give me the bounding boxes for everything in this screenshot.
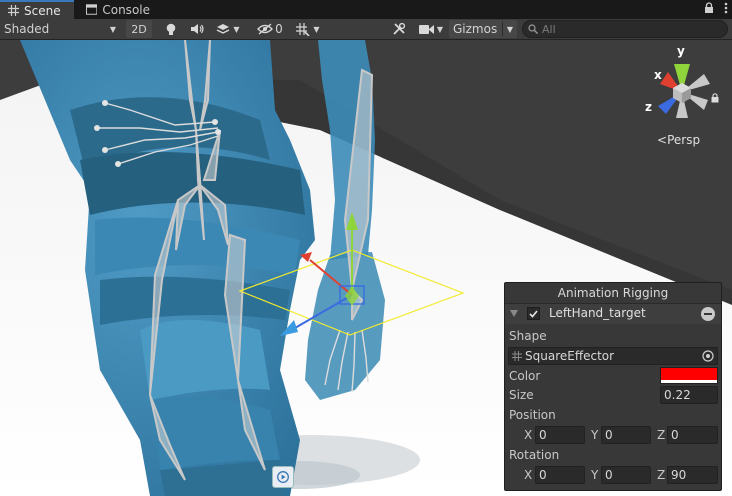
chevron-down-icon: ▼ — [109, 24, 116, 34]
position-y-input[interactable]: 0 — [601, 426, 651, 444]
gizmo-axis-x-label[interactable]: x — [654, 68, 662, 82]
lightbulb-icon — [166, 23, 176, 35]
grid-icon — [8, 5, 19, 16]
projection-label: Persp — [667, 133, 701, 147]
gizmos-dropdown[interactable]: Gizmos ▼ — [449, 20, 517, 38]
scene-visibility-button[interactable]: 0 — [254, 20, 286, 38]
chevron-left-icon: < — [657, 133, 668, 147]
draw-mode-label: Shaded — [4, 22, 50, 36]
console-icon — [86, 4, 98, 15]
lock-icon[interactable] — [711, 93, 719, 103]
rotation-z-label: Z — [657, 468, 666, 482]
foldout-arrow-icon[interactable] — [510, 310, 518, 317]
shape-object-field[interactable]: SquareEffector — [508, 347, 718, 365]
object-picker-icon[interactable] — [702, 350, 714, 362]
play-circle-icon — [277, 471, 289, 483]
hidden-object-count: 0 — [275, 22, 283, 36]
chevron-down-icon: ▼ — [313, 24, 320, 34]
projection-toggle[interactable]: <Persp — [657, 133, 700, 147]
tab-console[interactable]: Console — [78, 0, 158, 19]
gizmo-axis-y-label[interactable]: y — [677, 44, 685, 58]
rotation-label: Rotation — [509, 448, 560, 462]
window-tab-bar: Scene Console — [0, 0, 732, 19]
rotation-x-input[interactable]: 0 — [535, 466, 585, 484]
gizmo-axis-z-label[interactable]: z — [645, 100, 652, 114]
gizmos-label: Gizmos — [453, 22, 498, 36]
effects-dropdown-button[interactable]: ▼ — [210, 20, 246, 38]
target-object-name: LeftHand_target — [549, 306, 646, 320]
grid-asset-icon — [512, 351, 522, 361]
color-field[interactable] — [660, 367, 718, 384]
grid-snapping-button[interactable]: ▼ — [290, 20, 326, 38]
tab-console-label: Console — [102, 2, 150, 17]
size-input[interactable]: 0.22 — [660, 386, 718, 404]
rotation-x-label: X — [524, 468, 533, 482]
eye-hidden-icon — [257, 23, 274, 35]
rotation-y-input[interactable]: 0 — [601, 466, 651, 484]
minus-icon — [704, 313, 712, 315]
overlay-title[interactable]: Animation Rigging — [505, 283, 721, 304]
scene-toolbar: Shaded ▼ 2D ▼ 0 ▼ ▼ Gizmos ▼ All — [0, 19, 732, 40]
speaker-icon — [191, 24, 204, 34]
camera-settings-button[interactable]: ▼ — [414, 20, 448, 38]
position-x-label: X — [524, 428, 533, 442]
tab-scene[interactable]: Scene — [0, 0, 74, 19]
rotation-z-input[interactable]: 90 — [667, 466, 718, 484]
2d-toggle-button[interactable]: 2D — [126, 20, 152, 38]
chevron-down-icon: ▼ — [506, 24, 513, 34]
audio-toggle-button[interactable] — [186, 20, 208, 38]
wrench-icon — [393, 22, 406, 35]
color-label: Color — [509, 369, 541, 383]
checkmark-icon — [529, 309, 538, 318]
scene-search-box[interactable] — [522, 20, 728, 38]
chevron-down-icon: ▼ — [436, 24, 444, 34]
target-header[interactable]: LeftHand_target — [505, 304, 721, 324]
lock-icon[interactable] — [704, 2, 714, 14]
size-label: Size — [509, 388, 534, 402]
search-icon — [528, 24, 538, 34]
search-input[interactable] — [542, 22, 712, 36]
camera-icon — [418, 24, 434, 34]
grid-snap-icon — [296, 22, 310, 36]
chevron-down-icon: ▼ — [233, 24, 240, 34]
layers-icon — [217, 24, 230, 34]
position-x-input[interactable]: 0 — [535, 426, 585, 444]
shape-label: Shape — [509, 329, 547, 343]
lighting-toggle-button[interactable] — [160, 20, 182, 38]
draw-mode-dropdown[interactable]: Shaded ▼ — [0, 20, 120, 38]
animation-rigging-overlay[interactable]: Animation Rigging LeftHand_target Shape … — [504, 282, 722, 491]
shape-value: SquareEffector — [525, 349, 615, 363]
view-mode-button[interactable] — [272, 466, 294, 488]
position-z-label: Z — [657, 428, 666, 442]
tools-button[interactable] — [388, 20, 410, 38]
remove-button[interactable] — [701, 307, 715, 321]
enabled-checkbox[interactable] — [527, 307, 540, 320]
separator — [501, 22, 503, 36]
position-label: Position — [509, 408, 556, 422]
rotation-y-label: Y — [591, 468, 599, 482]
position-z-input[interactable]: 0 — [667, 426, 718, 444]
2d-toggle-label: 2D — [131, 22, 147, 36]
more-options-icon[interactable] — [724, 2, 728, 14]
tab-scene-label: Scene — [24, 3, 61, 18]
position-y-label: Y — [591, 428, 599, 442]
